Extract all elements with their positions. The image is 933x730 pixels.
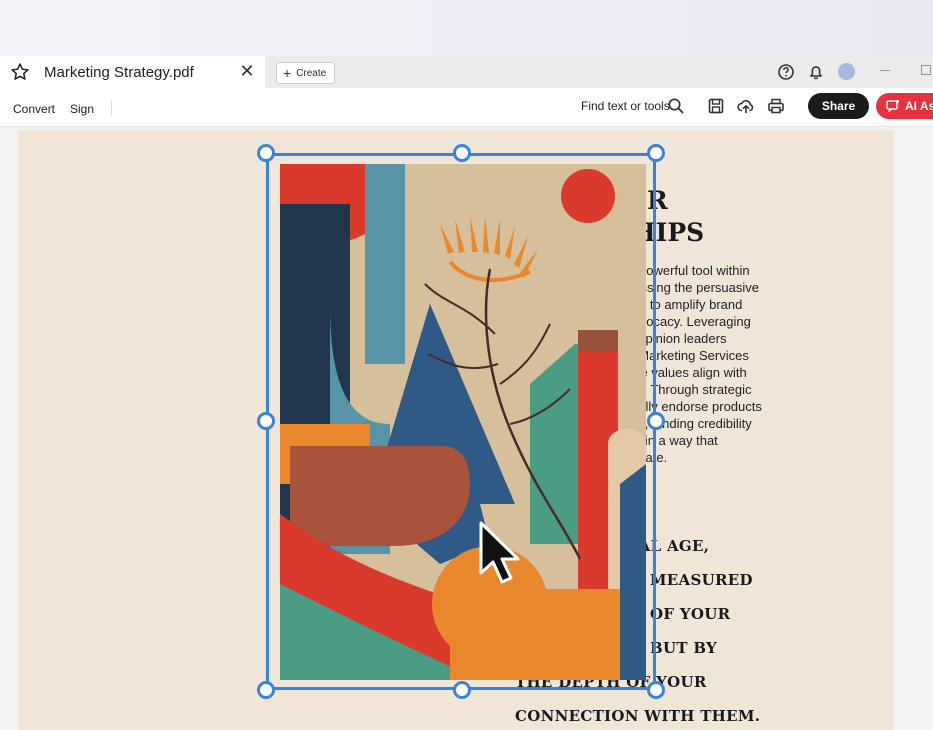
convert-button[interactable]: Convert bbox=[13, 102, 55, 116]
resize-handle-top-left[interactable] bbox=[257, 144, 275, 162]
tab-marketing-strategy[interactable]: Marketing Strategy.pdf ✕ bbox=[0, 56, 265, 88]
image-selection-frame[interactable] bbox=[266, 153, 656, 690]
help-icon[interactable] bbox=[776, 62, 796, 82]
mouse-pointer-icon bbox=[479, 521, 520, 584]
resize-handle-top[interactable] bbox=[453, 144, 471, 162]
minimize-icon[interactable] bbox=[880, 70, 890, 71]
resize-handle-bottom-right[interactable] bbox=[647, 681, 665, 699]
resize-handle-bottom-left[interactable] bbox=[257, 681, 275, 699]
create-button[interactable]: + Create bbox=[276, 62, 336, 84]
save-icon[interactable] bbox=[706, 96, 726, 116]
sign-button[interactable]: Sign bbox=[70, 102, 94, 116]
star-icon[interactable] bbox=[10, 62, 30, 82]
share-button[interactable]: Share bbox=[808, 93, 869, 119]
bell-icon[interactable] bbox=[806, 62, 826, 82]
ai-assistant-label: AI As bbox=[905, 99, 933, 113]
toolbar: Convert Sign Find text or tools Share AI… bbox=[0, 88, 933, 127]
toolbar-divider bbox=[111, 100, 112, 116]
plus-icon: + bbox=[283, 65, 292, 81]
resize-handle-bottom[interactable] bbox=[453, 681, 471, 699]
find-text-or-tools-label[interactable]: Find text or tools bbox=[581, 99, 670, 113]
quote-line: BUT BY bbox=[650, 639, 718, 657]
resize-handle-top-right[interactable] bbox=[647, 144, 665, 162]
resize-handle-left[interactable] bbox=[257, 412, 275, 430]
create-label: Create bbox=[296, 67, 327, 79]
quote-line: OF YOUR bbox=[650, 605, 731, 623]
close-icon[interactable]: ✕ bbox=[238, 61, 256, 82]
ai-assistant-button[interactable]: AI As bbox=[876, 93, 933, 119]
window-top-area bbox=[0, 0, 933, 56]
ai-assistant-icon bbox=[886, 99, 900, 113]
print-icon[interactable] bbox=[766, 96, 786, 116]
cloud-upload-icon[interactable] bbox=[736, 96, 756, 116]
quote-line: CONNECTION WITH THEM. bbox=[515, 707, 761, 725]
maximize-icon[interactable] bbox=[921, 65, 931, 75]
resize-handle-right[interactable] bbox=[647, 412, 665, 430]
search-icon[interactable] bbox=[666, 96, 686, 116]
avatar[interactable] bbox=[838, 63, 855, 80]
tab-title: Marketing Strategy.pdf bbox=[44, 64, 194, 81]
